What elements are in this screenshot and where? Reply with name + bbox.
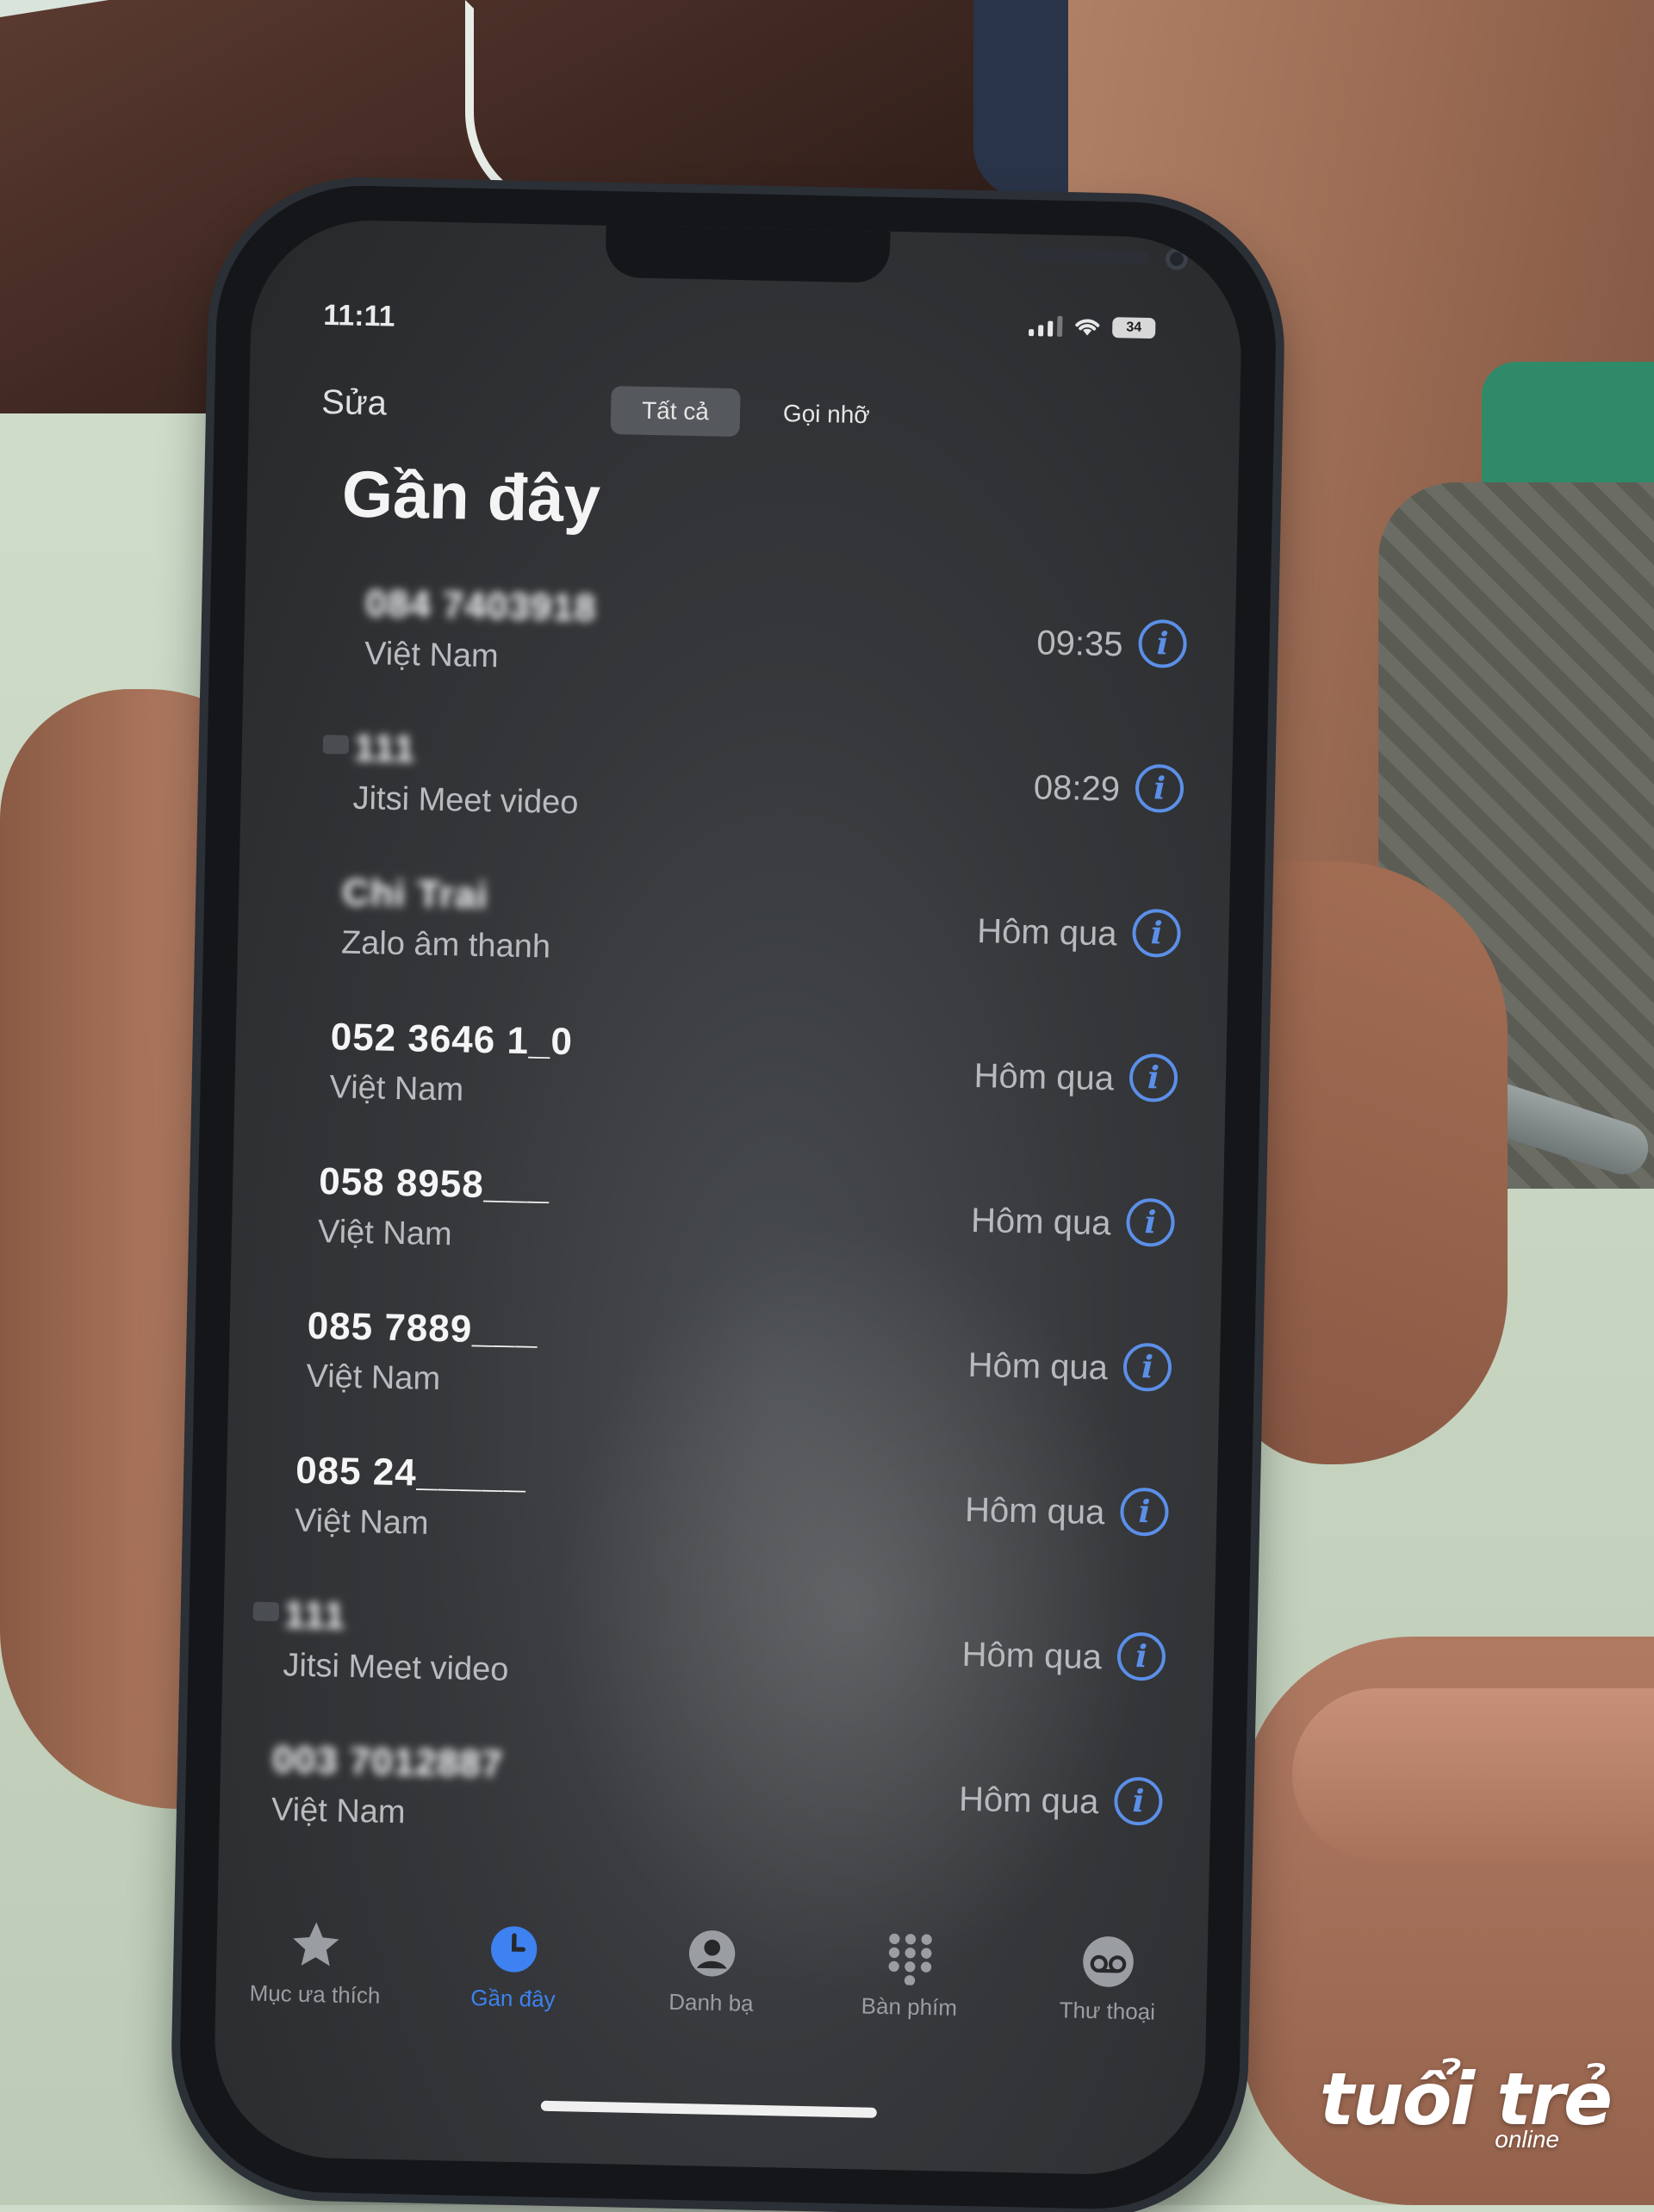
info-icon[interactable]: i bbox=[1137, 618, 1188, 669]
front-camera bbox=[1165, 247, 1189, 270]
call-subtitle: Jitsi Meet video bbox=[283, 1647, 509, 1688]
tab-favorites[interactable]: Mục ưa thích bbox=[228, 1915, 402, 2010]
caller-name: 111 bbox=[353, 726, 416, 771]
caller-name: 085 24_____ bbox=[295, 1449, 527, 1497]
call-time: Hôm qua bbox=[976, 911, 1117, 954]
caller-name: 085 7889___ bbox=[307, 1304, 539, 1352]
call-subtitle: Việt Nam bbox=[270, 1792, 406, 1831]
battery-icon: 34 bbox=[1111, 317, 1156, 339]
right-thumb bbox=[1292, 1688, 1654, 1861]
video-call-icon bbox=[252, 1601, 280, 1622]
caller-name: 052 3646 1_0 bbox=[330, 1016, 574, 1064]
call-row[interactable]: 111 Jitsi Meet video 08:29 i bbox=[291, 708, 1233, 873]
filter-segmented-control: Tất cả Gọi nhỡ bbox=[610, 385, 902, 440]
call-row[interactable]: Chi Trai Zalo âm thanh Hôm qua i bbox=[280, 853, 1230, 1017]
battery-level: 34 bbox=[1126, 320, 1142, 335]
call-time: Hôm qua bbox=[970, 1201, 1111, 1243]
tab-label: Bàn phím bbox=[861, 1992, 958, 2021]
segment-all[interactable]: Tất cả bbox=[610, 385, 741, 438]
caller-name: Chi Trai bbox=[341, 871, 489, 917]
call-time: Hôm qua bbox=[973, 1056, 1115, 1098]
phone-device: 11:11 34 Sửa Tất cả Gọi nhỡ Gần đây 084 … bbox=[177, 183, 1279, 2212]
call-row[interactable]: 111 Jitsi Meet video Hôm qua i bbox=[221, 1575, 1215, 1741]
caller-name: 084 7403918 bbox=[364, 582, 597, 630]
tab-keypad[interactable]: Bàn phím bbox=[823, 1928, 997, 2023]
info-icon[interactable]: i bbox=[1135, 763, 1185, 813]
tab-contacts[interactable]: Danh bạ bbox=[625, 1923, 799, 2019]
segment-missed[interactable]: Gọi nhỡ bbox=[751, 388, 901, 440]
caller-name: 003 7012887 bbox=[271, 1738, 504, 1786]
call-subtitle: Jitsi Meet video bbox=[352, 780, 579, 822]
call-subtitle: Việt Nam bbox=[317, 1214, 453, 1253]
call-row[interactable]: 084 7403918 Việt Nam 09:35 i bbox=[303, 564, 1236, 729]
tab-label: Danh bạ bbox=[668, 1988, 754, 2016]
cellular-signal-icon bbox=[1029, 315, 1063, 337]
info-icon[interactable]: i bbox=[1125, 1197, 1176, 1247]
call-time: 09:35 bbox=[1035, 624, 1123, 664]
call-time: Hôm qua bbox=[961, 1635, 1103, 1677]
call-row[interactable]: 085 7889___ Việt Nam Hôm qua i bbox=[245, 1286, 1221, 1451]
info-icon[interactable]: i bbox=[1122, 1342, 1172, 1392]
phone-notch bbox=[605, 225, 1189, 283]
call-row[interactable]: 003 7012887 Việt Nam Hôm qua i bbox=[213, 1720, 1212, 1886]
tab-label: Gần đây bbox=[470, 1984, 556, 2013]
tab-label: Thư thoại bbox=[1059, 1997, 1156, 2025]
contact-icon bbox=[684, 1925, 740, 1981]
home-indicator[interactable] bbox=[540, 2100, 877, 2118]
watermark-logo-sub: online bbox=[1495, 2126, 1559, 2153]
voicemail-icon bbox=[1080, 1934, 1136, 1990]
clock-icon bbox=[486, 1921, 542, 1977]
recent-calls-list: 084 7403918 Việt Nam 09:35 i 111 Jitsi M… bbox=[219, 562, 1236, 1886]
caller-name: 111 bbox=[283, 1594, 346, 1637]
wifi-icon bbox=[1075, 319, 1100, 336]
caller-name: 058 8958___ bbox=[318, 1160, 550, 1208]
call-row[interactable]: 058 8958___ Việt Nam Hôm qua i bbox=[257, 1142, 1224, 1307]
call-time: 08:29 bbox=[1033, 768, 1121, 809]
page-title: Gần đây bbox=[341, 457, 601, 537]
call-row[interactable]: 085 24_____ Việt Nam Hôm qua i bbox=[233, 1431, 1218, 1596]
tab-voicemail[interactable]: Thư thoại bbox=[1021, 1931, 1195, 2027]
call-time: Hôm qua bbox=[967, 1345, 1109, 1388]
info-icon[interactable]: i bbox=[1113, 1776, 1164, 1826]
call-subtitle: Zalo âm thanh bbox=[340, 924, 551, 966]
call-subtitle: Việt Nam bbox=[329, 1069, 464, 1109]
edit-button[interactable]: Sửa bbox=[321, 383, 388, 424]
tab-label: Mục ưa thích bbox=[249, 1979, 381, 2009]
status-icons: 34 bbox=[1029, 315, 1156, 339]
phone-screen: 11:11 34 Sửa Tất cả Gọi nhỡ Gần đây 084 … bbox=[212, 218, 1244, 2177]
call-time: Hôm qua bbox=[958, 1780, 1099, 1822]
right-hand-upper bbox=[1223, 861, 1508, 1464]
star-icon bbox=[288, 1917, 344, 1973]
video-call-icon bbox=[322, 735, 350, 755]
call-row[interactable]: 052 3646 1_0 Việt Nam Hôm qua i bbox=[268, 997, 1227, 1162]
info-icon[interactable]: i bbox=[1129, 1053, 1178, 1103]
watermark-logo-mark: tuổi trẻ bbox=[1319, 2057, 1613, 2141]
publisher-watermark-logo: tuổi trẻ online bbox=[1319, 2057, 1613, 2153]
info-icon[interactable]: i bbox=[1116, 1631, 1166, 1681]
call-subtitle: Việt Nam bbox=[364, 636, 500, 675]
call-subtitle: Việt Nam bbox=[306, 1358, 441, 1398]
status-time: 11:11 bbox=[322, 298, 395, 333]
bottom-tab-bar: Mục ưa thích Gần đây Danh bạ Bàn phím Th… bbox=[215, 1915, 1208, 2073]
keypad-icon bbox=[882, 1929, 938, 1986]
tab-recents[interactable]: Gần đây bbox=[426, 1919, 600, 2015]
info-icon[interactable]: i bbox=[1131, 908, 1182, 958]
info-icon[interactable]: i bbox=[1119, 1487, 1170, 1537]
earpiece-speaker bbox=[1018, 247, 1149, 264]
call-time: Hôm qua bbox=[964, 1490, 1105, 1532]
call-subtitle: Việt Nam bbox=[294, 1502, 430, 1542]
